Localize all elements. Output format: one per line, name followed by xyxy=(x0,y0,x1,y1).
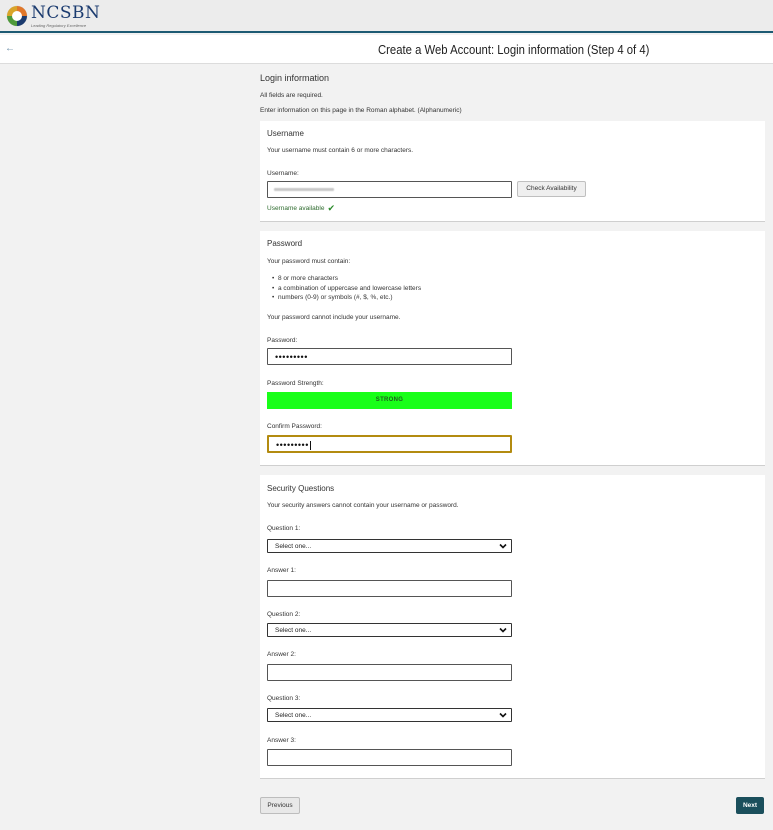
ncsbn-globe-icon xyxy=(6,5,28,27)
question-2-select[interactable]: Select one... xyxy=(267,623,512,637)
confirm-password-input[interactable]: ••••••••• xyxy=(267,435,512,453)
question-1-value: Select one... xyxy=(275,543,312,550)
top-bar: NCSBN Leading Regulatory Excellence xyxy=(0,0,773,33)
password-strength-meter: STRONG xyxy=(267,392,512,409)
redacted-username xyxy=(274,188,334,191)
brand-name: NCSBN xyxy=(31,3,101,23)
confirm-password-value: ••••••••• xyxy=(276,440,311,451)
question-3-value: Select one... xyxy=(275,712,312,719)
password-title: Password xyxy=(267,239,303,248)
logo-text: NCSBN Leading Regulatory Excellence xyxy=(31,3,101,29)
answer-1-input[interactable] xyxy=(267,580,512,597)
username-hint: Your username must contain 6 or more cha… xyxy=(267,147,414,154)
strength-label: Password Strength: xyxy=(267,380,324,387)
alphabet-note: Enter information on this page in the Ro… xyxy=(260,107,462,114)
arrow-left-icon[interactable]: ← xyxy=(5,43,15,54)
password-label: Password: xyxy=(267,337,298,344)
required-note: All fields are required. xyxy=(260,92,323,99)
security-title: Security Questions xyxy=(267,484,335,493)
checkmark-icon: ✔ xyxy=(327,203,335,213)
password-intro: Your password must contain: xyxy=(267,258,351,265)
security-hint: Your security answers cannot contain you… xyxy=(267,502,459,509)
password-note: Your password cannot include your userna… xyxy=(267,314,401,321)
username-status: Username available ✔ xyxy=(267,203,335,213)
chevron-down-icon xyxy=(499,543,507,549)
username-label: Username: xyxy=(267,170,299,177)
ncsbn-logo[interactable]: NCSBN Leading Regulatory Excellence xyxy=(6,5,100,28)
question-1-select[interactable]: Select one... xyxy=(267,539,512,553)
page-title: Create a Web Account: Login information … xyxy=(378,42,650,57)
chevron-down-icon xyxy=(499,712,507,718)
check-availability-button[interactable]: Check Availability xyxy=(517,181,586,197)
password-rule: a combination of uppercase and lowercase… xyxy=(272,284,421,294)
next-button[interactable]: Next xyxy=(736,797,764,814)
username-title: Username xyxy=(267,129,304,138)
answer-2-input[interactable] xyxy=(267,664,512,681)
section-heading: Login information xyxy=(260,73,330,83)
question-2-label: Question 2: xyxy=(267,611,301,618)
previous-button[interactable]: Previous xyxy=(260,797,300,814)
password-rule: 8 or more characters xyxy=(272,274,421,284)
brand-tagline: Leading Regulatory Excellence xyxy=(31,23,87,28)
password-panel: Password Your password must contain: 8 o… xyxy=(260,231,765,466)
username-input[interactable] xyxy=(267,181,512,198)
password-value: ••••••••• xyxy=(275,352,308,362)
confirm-password-dots: ••••••••• xyxy=(276,440,309,450)
username-status-text: Username available xyxy=(267,205,325,212)
title-bar: ← Create a Web Account: Login informatio… xyxy=(0,35,773,64)
answer-1-label: Answer 1: xyxy=(267,567,296,574)
password-rules: 8 or more characters a combination of up… xyxy=(272,274,421,303)
question-3-label: Question 3: xyxy=(267,695,301,702)
security-panel: Security Questions Your security answers… xyxy=(260,475,765,779)
question-2-value: Select one... xyxy=(275,627,312,634)
password-rule: numbers (0-9) or symbols (#, $, %, etc.) xyxy=(272,293,421,303)
question-3-select[interactable]: Select one... xyxy=(267,708,512,722)
password-input[interactable]: ••••••••• xyxy=(267,348,512,365)
text-caret xyxy=(309,441,311,451)
confirm-password-label: Confirm Password: xyxy=(267,423,322,430)
chevron-down-icon xyxy=(499,627,507,633)
answer-3-label: Answer 3: xyxy=(267,737,296,744)
question-1-label: Question 1: xyxy=(267,525,301,532)
answer-2-label: Answer 2: xyxy=(267,651,296,658)
username-panel: Username Your username must contain 6 or… xyxy=(260,121,765,222)
answer-3-input[interactable] xyxy=(267,749,512,766)
